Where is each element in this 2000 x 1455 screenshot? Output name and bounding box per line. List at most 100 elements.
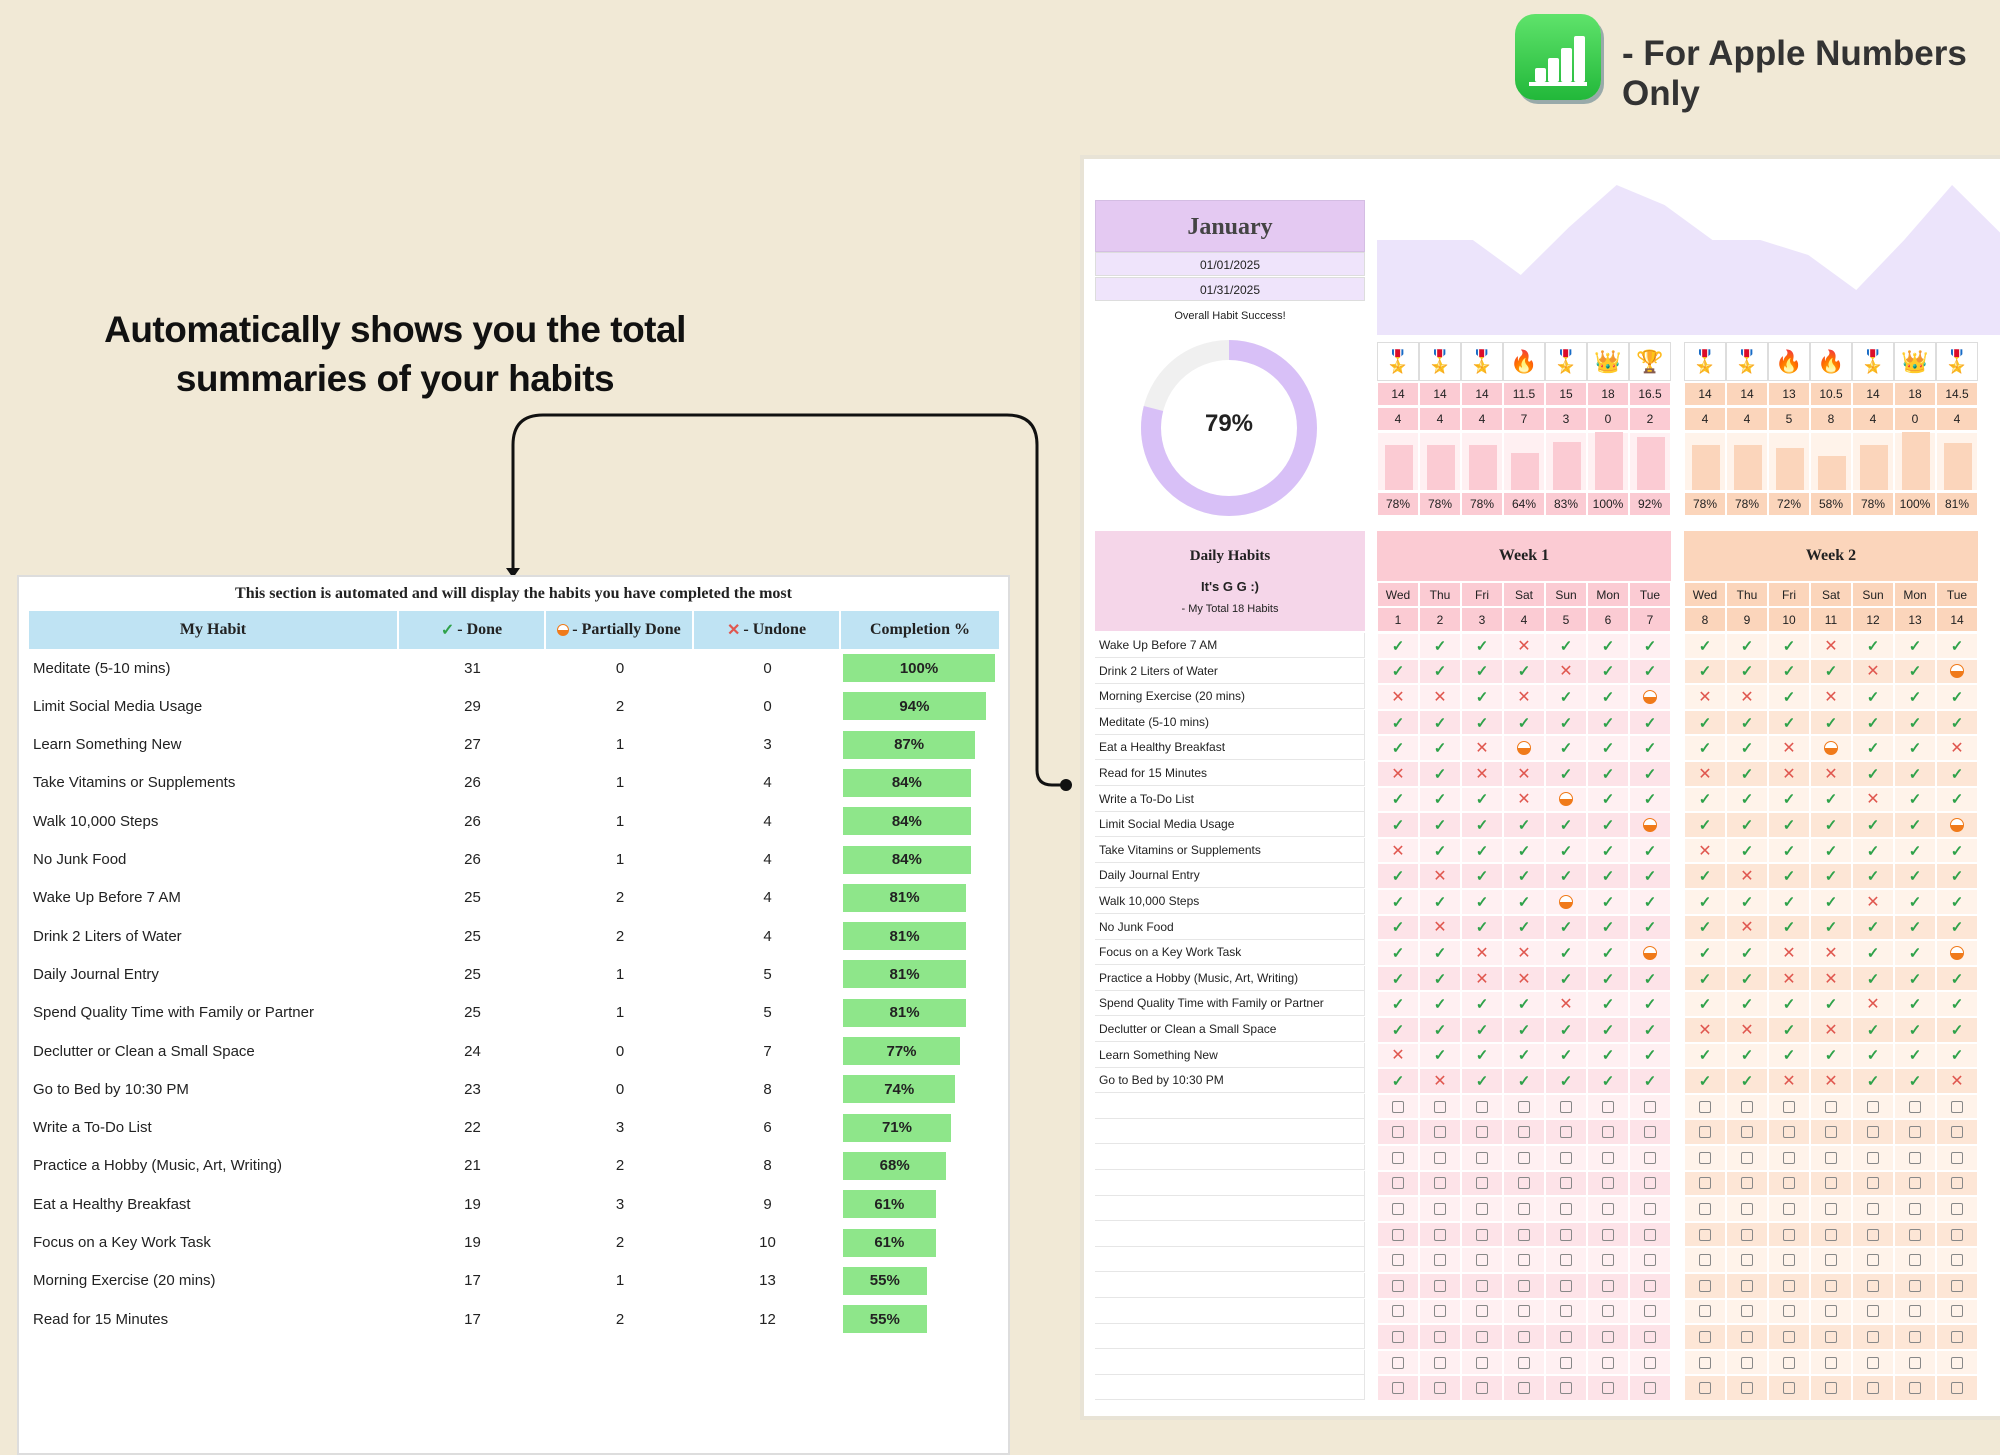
habit-cell[interactable]: ✓ (1587, 684, 1629, 710)
checkbox[interactable] (1644, 1382, 1656, 1395)
habit-cell[interactable]: ✓ (1936, 633, 1978, 659)
habit-cell[interactable] (1461, 1324, 1503, 1350)
habit-cell[interactable] (1768, 1119, 1810, 1145)
habit-cell[interactable]: ✓ (1587, 761, 1629, 787)
habit-cell[interactable] (1503, 1196, 1545, 1222)
habit-cell[interactable]: ✓ (1461, 786, 1503, 813)
habit-cell[interactable]: ✓ (1587, 889, 1629, 915)
habit-cell[interactable]: ✓ (1894, 1068, 1936, 1094)
habit-cell[interactable]: ✓ (1768, 1042, 1810, 1069)
habit-cell[interactable] (1852, 1221, 1894, 1248)
checkbox[interactable] (1783, 1305, 1795, 1318)
habit-cell[interactable] (1852, 1093, 1894, 1120)
habit-cell[interactable]: ✓ (1684, 889, 1726, 915)
habit-cell[interactable]: ✓ (1461, 889, 1503, 915)
checkbox[interactable] (1602, 1100, 1614, 1113)
habit-cell[interactable]: ✓ (1587, 863, 1629, 889)
habit-cell[interactable]: ✓ (1503, 1017, 1545, 1043)
habit-cell[interactable] (1936, 1247, 1978, 1273)
habit-cell[interactable] (1629, 1324, 1671, 1350)
habit-cell[interactable] (1545, 1221, 1587, 1248)
habit-cell[interactable] (1936, 1145, 1978, 1171)
checkbox[interactable] (1699, 1177, 1711, 1190)
habit-cell[interactable] (1936, 940, 1978, 966)
habit-cell[interactable] (1587, 1170, 1629, 1197)
habit-cell[interactable]: ✓ (1629, 1068, 1671, 1094)
habit-cell[interactable]: ✓ (1894, 889, 1936, 915)
checkbox[interactable] (1951, 1126, 1963, 1139)
habit-cell[interactable]: ✓ (1629, 786, 1671, 813)
habit-cell[interactable]: ✓ (1726, 991, 1768, 1017)
habit-cell[interactable] (1377, 1247, 1419, 1273)
checkbox[interactable] (1476, 1228, 1488, 1241)
habit-cell[interactable] (1852, 1170, 1894, 1197)
habit-cell[interactable]: ✓ (1377, 889, 1419, 915)
checkbox[interactable] (1392, 1100, 1404, 1113)
habit-cell[interactable]: ✓ (1852, 633, 1894, 659)
habit-cell[interactable] (1894, 1221, 1936, 1248)
habit-cell[interactable]: ✕ (1503, 684, 1545, 710)
habit-cell[interactable] (1629, 1093, 1671, 1120)
habit-cell[interactable] (1768, 1324, 1810, 1350)
checkbox[interactable] (1644, 1330, 1656, 1343)
habit-cell[interactable] (1587, 1247, 1629, 1273)
habit-cell[interactable] (1545, 1196, 1587, 1222)
habit-cell[interactable]: ✓ (1377, 633, 1419, 659)
habit-cell[interactable] (1503, 735, 1545, 761)
habit-cell[interactable]: ✓ (1684, 709, 1726, 736)
habit-cell[interactable]: ✓ (1587, 786, 1629, 813)
checkbox[interactable] (1699, 1382, 1711, 1395)
checkbox[interactable] (1951, 1202, 1963, 1215)
habit-cell[interactable]: ✓ (1419, 965, 1461, 992)
habit-cell[interactable] (1936, 1273, 1978, 1299)
habit-cell[interactable]: ✓ (1894, 684, 1936, 710)
checkbox[interactable] (1392, 1151, 1404, 1164)
habit-cell[interactable] (1852, 1145, 1894, 1171)
habit-cell[interactable]: ✓ (1894, 837, 1936, 864)
checkbox[interactable] (1825, 1151, 1837, 1164)
checkbox[interactable] (1518, 1177, 1530, 1190)
habit-cell[interactable]: ✓ (1726, 658, 1768, 685)
habit-cell[interactable]: ✓ (1419, 837, 1461, 864)
checkbox[interactable] (1434, 1279, 1446, 1292)
habit-cell[interactable]: ✓ (1377, 709, 1419, 736)
habit-cell[interactable] (1461, 1145, 1503, 1171)
habit-cell[interactable]: ✓ (1894, 709, 1936, 736)
habit-cell[interactable]: ✕ (1810, 940, 1852, 966)
habit-cell[interactable]: ✕ (1726, 1017, 1768, 1043)
habit-cell[interactable]: ✓ (1768, 914, 1810, 941)
habit-cell[interactable]: ✓ (1545, 735, 1587, 761)
habit-cell[interactable]: ✕ (1810, 761, 1852, 787)
habit-cell[interactable] (1810, 1221, 1852, 1248)
checkbox[interactable] (1434, 1126, 1446, 1139)
habit-cell[interactable]: ✓ (1377, 965, 1419, 992)
habit-cell[interactable]: ✓ (1629, 709, 1671, 736)
habit-cell[interactable] (1894, 1145, 1936, 1171)
habit-cell[interactable] (1894, 1196, 1936, 1222)
checkbox[interactable] (1741, 1382, 1753, 1395)
habit-cell[interactable]: ✓ (1894, 863, 1936, 889)
checkbox[interactable] (1602, 1228, 1614, 1241)
checkbox[interactable] (1699, 1305, 1711, 1318)
checkbox[interactable] (1741, 1305, 1753, 1318)
checkbox[interactable] (1602, 1202, 1614, 1215)
checkbox[interactable] (1951, 1305, 1963, 1318)
checkbox[interactable] (1909, 1382, 1921, 1395)
habit-cell[interactable]: ✓ (1629, 914, 1671, 941)
habit-cell[interactable]: ✓ (1894, 991, 1936, 1017)
habit-cell[interactable]: ✕ (1810, 684, 1852, 710)
habit-cell[interactable] (1503, 1375, 1545, 1401)
habit-cell[interactable]: ✕ (1810, 965, 1852, 992)
habit-cell[interactable]: ✓ (1936, 786, 1978, 813)
habit-cell[interactable]: ✓ (1726, 812, 1768, 838)
habit-cell[interactable] (1936, 1324, 1978, 1350)
checkbox[interactable] (1560, 1177, 1572, 1190)
checkbox[interactable] (1560, 1254, 1572, 1267)
checkbox[interactable] (1602, 1305, 1614, 1318)
checkbox[interactable] (1644, 1126, 1656, 1139)
habit-cell[interactable] (1810, 1093, 1852, 1120)
habit-cell[interactable]: ✓ (1419, 1042, 1461, 1069)
habit-cell[interactable] (1684, 1196, 1726, 1222)
habit-cell[interactable]: ✓ (1377, 1068, 1419, 1094)
habit-cell[interactable]: ✓ (1503, 1042, 1545, 1069)
